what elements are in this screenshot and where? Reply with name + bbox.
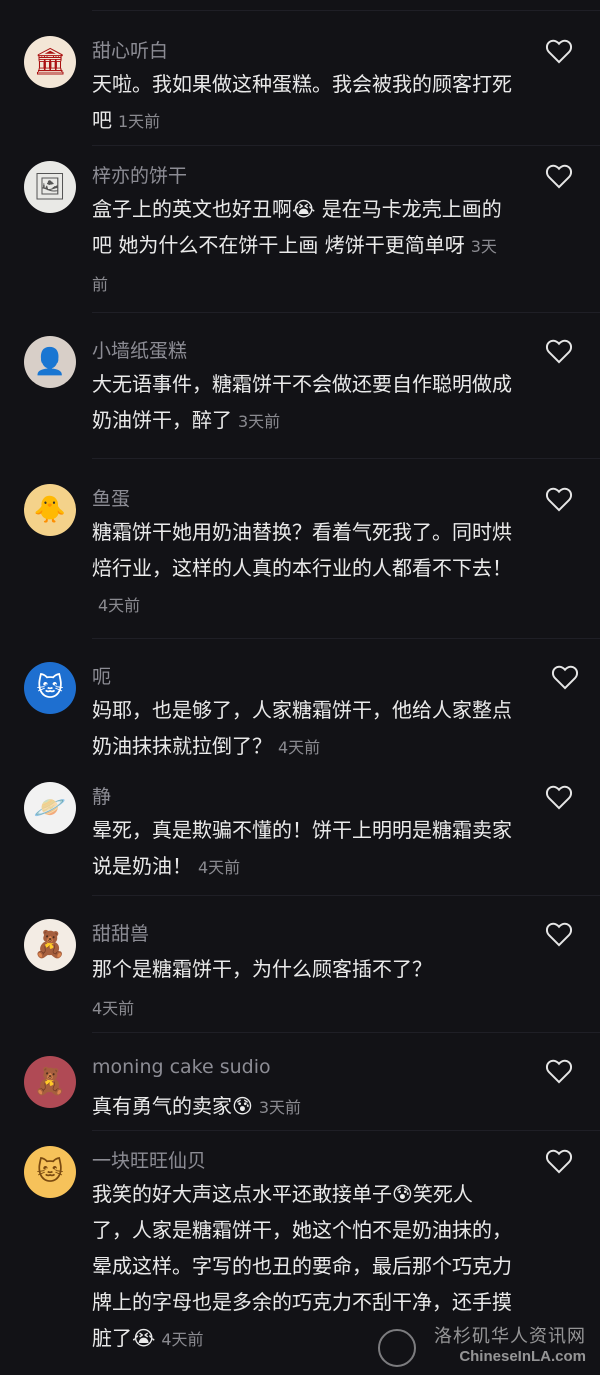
username[interactable]: 鱼蛋 — [92, 484, 130, 511]
comment-body: 晕死，真是欺骗不懂的！饼干上明明是糖霜卖家说是奶油！ — [92, 818, 512, 878]
watermark-logo-icon — [378, 1329, 416, 1367]
divider — [92, 1130, 600, 1131]
comment-body: 真有勇气的卖家 — [92, 1094, 232, 1118]
cat-avatar[interactable]: 🐱 — [24, 1146, 76, 1198]
sweat-emoji: 😰 — [232, 1094, 253, 1118]
divider — [92, 312, 600, 313]
watermark: 洛杉矶华人资讯网 ChineseInLA.com — [434, 1322, 586, 1365]
heart-icon[interactable] — [545, 38, 573, 64]
comment-text: 真有勇气的卖家😰 3天前 — [92, 1088, 512, 1126]
username[interactable]: 甜心听白 — [92, 36, 168, 63]
comment-time: 4天前 — [92, 999, 135, 1018]
comment-time: 1天前 — [118, 112, 161, 131]
heart-icon[interactable] — [545, 1058, 573, 1084]
heart-icon[interactable] — [545, 163, 573, 189]
sketch-avatar[interactable]: 🖼 — [24, 161, 76, 213]
comment-time: 3天前 — [258, 1098, 302, 1117]
bakery-logo-avatar[interactable]: 🏛 — [24, 36, 76, 88]
comment-time: 4天前 — [278, 738, 321, 757]
comment-time: 3天前 — [238, 412, 281, 431]
watermark-url: ChineseInLA.com — [459, 1348, 586, 1365]
heart-icon[interactable] — [545, 784, 573, 810]
cartoon-girl-avatar[interactable]: 🧸 — [24, 919, 76, 971]
comment-text: 妈耶，也是够了，人家糖霜饼干，他给人家整点奶油抹抹就拉倒了？ 4天前 — [92, 692, 512, 766]
heart-icon[interactable] — [545, 486, 573, 512]
doraemon-avatar[interactable]: 🐱 — [24, 662, 76, 714]
comment-body: 大无语事件，糖霜饼干不会做还要自作聪明做成奶油饼干，醉了 — [92, 372, 512, 432]
comment-time: 4天前 — [98, 596, 141, 615]
comment-time: 4天前 — [198, 858, 241, 877]
bear-avatar[interactable]: 🧸 — [24, 1056, 76, 1108]
divider — [92, 895, 600, 896]
person-avatar[interactable]: 👤 — [24, 336, 76, 388]
username[interactable]: 梓亦的饼干 — [92, 161, 187, 188]
comment-time: 4天前 — [161, 1330, 204, 1349]
comment-text: 盒子上的英文也好丑啊😭 是在马卡龙壳上画的吧 她为什么不在饼干上画 烤饼干更简单… — [92, 191, 512, 303]
comment-body: 糖霜饼干她用奶油替换？看着气死我了。同时烘焙行业，这样的人真的本行业的人都看不下… — [92, 520, 512, 580]
heart-icon[interactable] — [545, 921, 573, 947]
heart-icon[interactable] — [545, 1148, 573, 1174]
comment-text: 天啦。我如果做这种蛋糕。我会被我的顾客打死吧 1天前 — [92, 66, 512, 140]
divider — [92, 145, 600, 146]
crying-emoji: 😭 — [132, 1326, 156, 1350]
cartoon-avatar[interactable]: 🐥 — [24, 484, 76, 536]
sweat-emoji: 😰 — [392, 1182, 413, 1206]
planet-avatar[interactable]: 🪐 — [24, 782, 76, 834]
comment-text: 大无语事件，糖霜饼干不会做还要自作聪明做成奶油饼干，醉了 3天前 — [92, 366, 512, 440]
username[interactable]: 小墙纸蛋糕 — [92, 336, 187, 363]
comment-body: 那个是糖霜饼干，为什么顾客插不了？ — [92, 957, 432, 981]
username[interactable]: 静 — [92, 782, 111, 809]
comment-body: 我笑的好大声这点水平还敢接单子 — [92, 1182, 392, 1206]
comment-time-row: 4天前 — [92, 989, 512, 1027]
heart-icon[interactable] — [551, 664, 579, 690]
watermark-title: 洛杉矶华人资讯网 — [434, 1326, 586, 1346]
divider — [92, 638, 600, 639]
comment-text: 糖霜饼干她用奶油替换？看着气死我了。同时烘焙行业，这样的人真的本行业的人都看不下… — [92, 514, 512, 624]
comment-body: 盒子上的英文也好丑啊 — [92, 197, 292, 221]
comment-text: 那个是糖霜饼干，为什么顾客插不了？ — [92, 951, 512, 987]
username[interactable]: 一块旺旺仙贝 — [92, 1146, 206, 1173]
divider — [92, 458, 600, 459]
divider — [92, 1032, 600, 1033]
comment-text: 晕死，真是欺骗不懂的！饼干上明明是糖霜卖家说是奶油！ 4天前 — [92, 812, 512, 886]
heart-icon[interactable] — [545, 338, 573, 364]
username[interactable]: moning cake sudio — [92, 1056, 271, 1078]
username[interactable]: 甜甜兽 — [92, 919, 149, 946]
username[interactable]: 呃 — [92, 662, 111, 689]
crying-emoji: 😭 — [292, 197, 316, 221]
divider — [92, 10, 600, 11]
